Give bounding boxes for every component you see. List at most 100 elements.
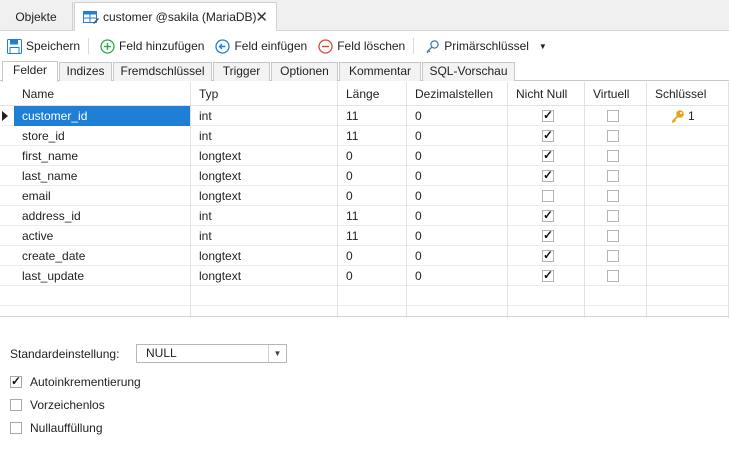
column-header-name[interactable]: Name — [14, 82, 191, 106]
not-null-checkbox[interactable] — [542, 228, 554, 242]
cell-type[interactable]: longtext — [191, 146, 338, 166]
toolbar-divider — [413, 38, 415, 54]
add-circle-icon — [100, 38, 115, 54]
unsigned-checkbox[interactable] — [10, 399, 22, 411]
not-null-checkbox[interactable] — [542, 128, 554, 142]
cell-name[interactable]: store_id — [14, 126, 191, 146]
tab-options[interactable]: Optionen — [271, 62, 338, 81]
cell-length[interactable]: 0 — [338, 166, 407, 186]
cell-decimals[interactable]: 0 — [407, 266, 508, 286]
panel-divider — [0, 316, 729, 317]
cell-type[interactable]: longtext — [191, 186, 338, 206]
tab-comment[interactable]: Kommentar — [339, 62, 421, 81]
unsigned-option[interactable]: Vorzeichenlos — [10, 397, 105, 413]
cell-decimals[interactable]: 0 — [407, 126, 508, 146]
cell-length[interactable]: 11 — [338, 126, 407, 146]
cell-type[interactable]: longtext — [191, 266, 338, 286]
table-row[interactable]: last_name longtext 0 0 — [0, 166, 729, 186]
cell-type[interactable]: longtext — [191, 246, 338, 266]
cell-decimals[interactable]: 0 — [407, 186, 508, 206]
fields-grid: Name Typ Länge Dezimalstellen Nicht Null… — [0, 82, 729, 326]
column-header-decimals[interactable]: Dezimalstellen — [407, 82, 508, 106]
default-value-select[interactable]: NULL ▼ — [136, 344, 287, 363]
not-null-checkbox[interactable] — [542, 248, 554, 262]
cell-type[interactable]: longtext — [191, 166, 338, 186]
cell-name[interactable]: last_update — [14, 266, 191, 286]
table-row[interactable]: customer_idint110 1 — [0, 106, 729, 126]
insert-field-button[interactable]: Feld einfügen — [211, 35, 311, 57]
virtual-checkbox[interactable] — [607, 110, 619, 122]
table-row[interactable]: store_id int 11 0 — [0, 126, 729, 146]
zerofill-checkbox[interactable] — [10, 422, 22, 434]
virtual-checkbox[interactable] — [607, 250, 619, 262]
cell-length[interactable]: 0 — [338, 246, 407, 266]
tab-objects[interactable]: Objekte — [0, 2, 73, 31]
not-null-checkbox[interactable] — [542, 168, 554, 182]
cell-decimals[interactable]: 0 — [407, 166, 508, 186]
auto-increment-checkbox[interactable] — [10, 374, 22, 388]
cell-length[interactable]: 11 — [338, 226, 407, 246]
cell-length[interactable]: 0 — [338, 266, 407, 286]
cell-length[interactable]: 0 — [338, 146, 407, 166]
not-null-checkbox[interactable] — [542, 190, 554, 202]
table-row — [0, 286, 729, 306]
column-header-not-null[interactable]: Nicht Null — [508, 82, 585, 106]
cell-decimals[interactable]: 0 — [407, 106, 508, 126]
not-null-checkbox[interactable] — [542, 108, 554, 122]
virtual-checkbox[interactable] — [607, 130, 619, 142]
cell-length[interactable]: 11 — [338, 106, 407, 126]
cell-type[interactable]: int — [191, 126, 338, 146]
virtual-checkbox[interactable] — [607, 150, 619, 162]
cell-length[interactable]: 11 — [338, 206, 407, 226]
virtual-checkbox[interactable] — [607, 170, 619, 182]
cell-type[interactable]: int — [191, 206, 338, 226]
cell-type[interactable]: int — [191, 106, 338, 126]
tab-fields[interactable]: Felder — [2, 61, 58, 82]
cell-type[interactable]: int — [191, 226, 338, 246]
tab-triggers[interactable]: Trigger — [213, 62, 270, 81]
table-row[interactable]: email longtext 0 0 — [0, 186, 729, 206]
tab-sql-preview[interactable]: SQL-Vorschau — [422, 62, 515, 81]
cell-name[interactable]: address_id — [14, 206, 191, 226]
table-row[interactable]: address_id int 11 0 — [0, 206, 729, 226]
cell-name[interactable]: customer_id — [14, 106, 191, 126]
add-field-button[interactable]: Feld hinzufügen — [96, 35, 208, 57]
cell-name[interactable]: last_name — [14, 166, 191, 186]
cell-decimals[interactable]: 0 — [407, 146, 508, 166]
column-header-key[interactable]: Schlüssel — [647, 82, 729, 106]
virtual-checkbox[interactable] — [607, 270, 619, 282]
cell-length[interactable]: 0 — [338, 186, 407, 206]
cell-decimals[interactable]: 0 — [407, 226, 508, 246]
dropdown-arrow-icon[interactable]: ▼ — [539, 42, 547, 51]
zerofill-option[interactable]: Nullauffüllung — [10, 420, 103, 436]
column-header-type[interactable]: Typ — [191, 82, 338, 106]
tab-foreign-keys[interactable]: Fremdschlüssel — [113, 62, 212, 81]
virtual-checkbox[interactable] — [607, 230, 619, 242]
table-row[interactable]: create_date longtext 0 0 — [0, 246, 729, 266]
cell-name[interactable]: active — [14, 226, 191, 246]
cell-decimals[interactable]: 0 — [407, 246, 508, 266]
tab-indexes[interactable]: Indizes — [59, 62, 112, 81]
auto-increment-option[interactable]: Autoinkrementierung — [10, 374, 141, 390]
table-row[interactable]: first_name longtext 0 0 — [0, 146, 729, 166]
column-header-length[interactable]: Länge — [338, 82, 407, 106]
cell-name[interactable]: create_date — [14, 246, 191, 266]
primary-key-button[interactable]: Primärschlüssel ▼ — [421, 35, 551, 57]
delete-field-button[interactable]: Feld löschen — [314, 35, 409, 57]
column-header-virtual[interactable]: Virtuell — [585, 82, 647, 106]
chevron-down-icon[interactable]: ▼ — [268, 345, 286, 362]
save-button[interactable]: Speichern — [3, 35, 84, 57]
not-null-checkbox[interactable] — [542, 148, 554, 162]
tab-customer-table[interactable]: customer @sakila (MariaDB) ✕ — [74, 2, 277, 31]
cell-name[interactable]: first_name — [14, 146, 191, 166]
cell-name[interactable]: email — [14, 186, 191, 206]
table-row[interactable]: active int 11 0 — [0, 226, 729, 246]
virtual-checkbox[interactable] — [607, 210, 619, 222]
table-row[interactable]: last_update longtext 0 0 — [0, 266, 729, 286]
cell-decimals[interactable]: 0 — [407, 206, 508, 226]
not-null-checkbox[interactable] — [542, 268, 554, 282]
close-tab-icon[interactable]: ✕ — [255, 8, 268, 26]
not-null-checkbox[interactable] — [542, 208, 554, 222]
cell-key — [647, 206, 729, 226]
virtual-checkbox[interactable] — [607, 190, 619, 202]
